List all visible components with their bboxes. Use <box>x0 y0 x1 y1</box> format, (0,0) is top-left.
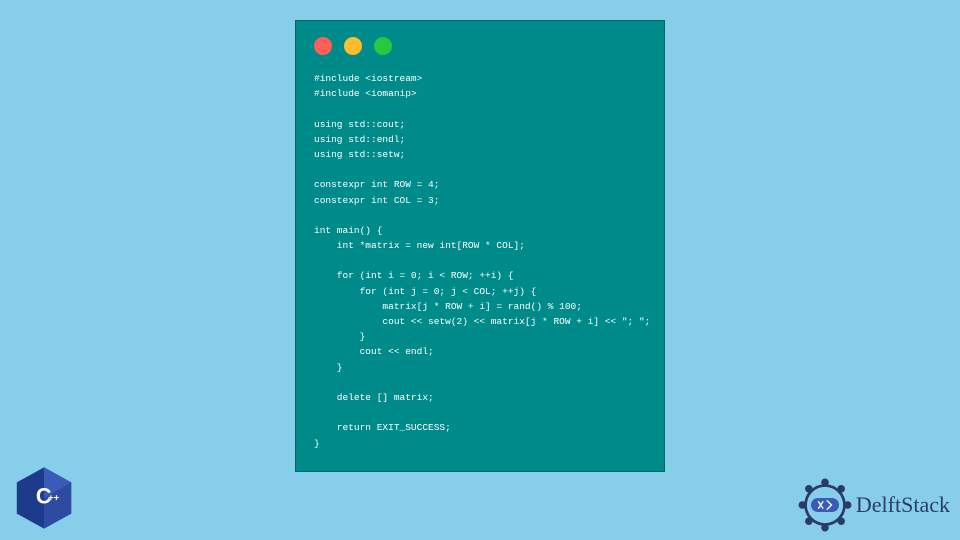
code-window: #include <iostream> #include <iomanip> u… <box>295 20 665 472</box>
svg-text:++: ++ <box>48 493 60 504</box>
delftstack-logo: DelftStack <box>798 478 950 532</box>
delftstack-emblem-icon <box>798 478 852 532</box>
window-minimize-icon <box>344 37 362 55</box>
window-maximize-icon <box>374 37 392 55</box>
window-close-icon <box>314 37 332 55</box>
code-content: #include <iostream> #include <iomanip> u… <box>296 65 664 469</box>
delftstack-brand-text: DelftStack <box>856 492 950 518</box>
window-controls <box>296 21 664 65</box>
cpp-logo-icon: C ++ <box>10 464 78 532</box>
